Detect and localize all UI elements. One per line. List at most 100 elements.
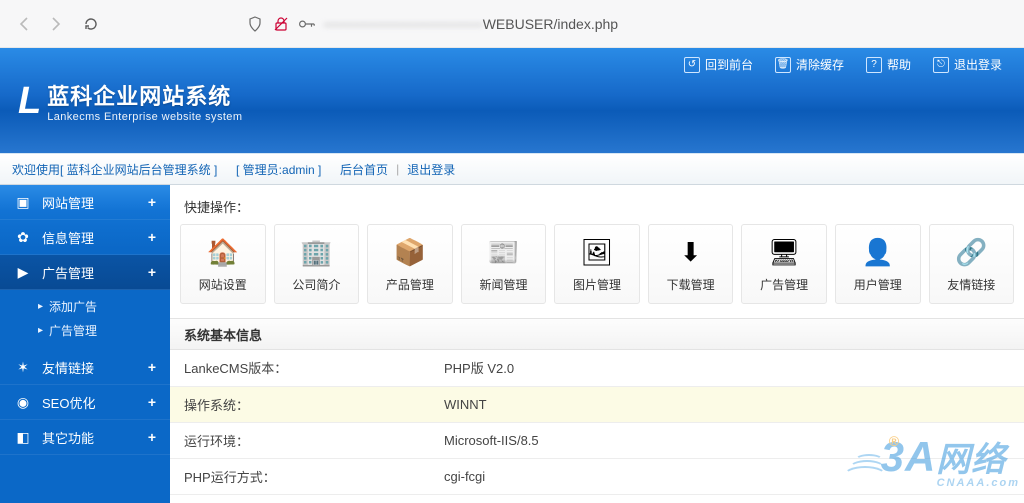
sidebar: ▣网站管理+✿信息管理+▶广告管理+添加广告广告管理✶友情链接+◉SEO优化+◧… [0, 185, 170, 503]
welcome-text: 欢迎使用[ 蓝科企业网站后台管理系统 ] [12, 161, 217, 178]
quick-card-ad-mgmt-q[interactable]: 🖥 广告管理 [741, 224, 827, 304]
quick-card-news-mgmt[interactable]: 📰 新闻管理 [461, 224, 547, 304]
logo-title-cn: 蓝科企业网站系统 [47, 79, 242, 111]
quick-icon: 🏠 [206, 236, 240, 270]
quick-label: 新闻管理 [479, 276, 527, 293]
quick-card-user-mgmt[interactable]: 👤 用户管理 [835, 224, 921, 304]
sysinfo-value: WINNT [430, 386, 1024, 422]
top-act-label: 帮助 [887, 56, 911, 73]
quick-ops-grid: 🏠网站设置 🏢 公司简介 📦 产品管理 📰 新闻管理 🖼 图片管理 ⬇ 下载管理 🖥 广告管理 👤 用户管理… [170, 224, 1024, 318]
sidebar-icon: ✿ [14, 228, 32, 246]
sidebar-icon: ▶ [14, 263, 32, 281]
top-act-label: 退出登录 [954, 56, 1002, 73]
sysinfo-key: 操作系统： [170, 386, 430, 422]
separator: | [396, 162, 399, 176]
sidebar-item-seo[interactable]: ◉ SEO优化 + [0, 385, 170, 420]
sysinfo-key: PHP运行方式： [170, 458, 430, 494]
logout-button[interactable]: ⎋ 退出登录 [933, 56, 1002, 73]
expand-icon: + [148, 394, 156, 410]
sidebar-item-info-mgmt[interactable]: ✿ 信息管理 + [0, 220, 170, 255]
sysinfo-key: LankeCMS版本： [170, 350, 430, 386]
lock-icon[interactable] [272, 15, 290, 33]
quick-icon: 👤 [861, 236, 895, 270]
quick-card-image-mgmt[interactable]: 🖼 图片管理 [554, 224, 640, 304]
sidebar-subitem-add-ad[interactable]: 添加广告 [0, 294, 170, 318]
sysinfo-row: LankeCMS版本：PHP版 V2.0 [170, 350, 1024, 386]
main-content: 快捷操作： 🏠网站设置 🏢 公司简介 📦 产品管理 📰 新闻管理 🖼 图片管理 ⬇ 下载管理 🖥 广告管… [170, 185, 1024, 503]
top-act-label: 清除缓存 [796, 56, 844, 73]
logo: L 蓝科企业网站系统 Lankecms Enterprise website s… [18, 79, 242, 123]
sidebar-item-label: 友情链接 [42, 358, 94, 377]
help-button[interactable]: ? 帮助 [866, 56, 911, 73]
expand-icon: + [148, 194, 156, 210]
goto-front-button[interactable]: ↺ 回到前台 [684, 56, 753, 73]
sysinfo-row: 运行环境：Microsoft-IIS/8.5 [170, 422, 1024, 458]
logout-link[interactable]: 退出登录 [407, 161, 455, 178]
quick-card-product-mgmt[interactable]: 📦 产品管理 [367, 224, 453, 304]
top-act-label: 回到前台 [705, 56, 753, 73]
sidebar-icon: ▣ [14, 193, 32, 211]
expand-icon: + [148, 264, 156, 280]
quick-label: 产品管理 [386, 276, 434, 293]
quick-icon: 📰 [486, 236, 520, 270]
exit-icon: ⎋ [933, 57, 949, 73]
admin-home-link[interactable]: 后台首页 [340, 161, 388, 178]
sysinfo-title: 系统基本信息 [170, 318, 1024, 350]
quick-icon: 🔗 [954, 236, 988, 270]
sysinfo-row: 操作系统：WINNT [170, 386, 1024, 422]
quick-ops-title: 快捷操作： [170, 185, 1024, 224]
sidebar-item-label: 其它功能 [42, 428, 94, 447]
trash-icon: 🗑 [775, 57, 791, 73]
quick-icon: 🏢 [299, 236, 333, 270]
expand-icon: + [148, 429, 156, 445]
key-icon [298, 15, 316, 33]
quick-label: 广告管理 [760, 276, 808, 293]
breadcrumb: 欢迎使用[ 蓝科企业网站后台管理系统 ] [ 管理员:admin ] 后台首页 … [0, 153, 1024, 185]
sidebar-item-other[interactable]: ◧其它功能+ [0, 420, 170, 455]
app-header: L 蓝科企业网站系统 Lankecms Enterprise website s… [0, 48, 1024, 153]
sysinfo-value: PHP版 V2.0 [430, 350, 1024, 386]
shield-icon[interactable] [246, 15, 264, 33]
clear-cache-button[interactable]: 🗑 清除缓存 [775, 56, 844, 73]
quick-card-company-profile[interactable]: 🏢 公司简介 [274, 224, 360, 304]
sidebar-subitem-manage-ad[interactable]: 广告管理 [0, 318, 170, 342]
sidebar-item-label: 网站管理 [42, 193, 94, 212]
logo-title-en: Lankecms Enterprise website system [47, 111, 242, 123]
url-display[interactable]: ────────────────WEBUSER/index.php [324, 16, 618, 32]
sidebar-item-site-mgmt[interactable]: ▣ 网站管理 + [0, 185, 170, 220]
quick-card-site-settings[interactable]: 🏠网站设置 [180, 224, 266, 304]
sysinfo-key: 运行环境： [170, 422, 430, 458]
logo-mark-icon: L [18, 82, 41, 120]
quick-icon: ⬇ [674, 236, 708, 270]
quick-card-download-mgmt[interactable]: ⬇ 下载管理 [648, 224, 734, 304]
sysinfo-table: LankeCMS版本：PHP版 V2.0操作系统：WINNT运行环境：Micro… [170, 350, 1024, 495]
quick-label: 下载管理 [667, 276, 715, 293]
expand-icon: + [148, 359, 156, 375]
sidebar-item-ad-mgmt[interactable]: ▶ 广告管理 + [0, 255, 170, 290]
sidebar-item-label: 信息管理 [42, 228, 94, 247]
sidebar-icon: ◉ [14, 393, 32, 411]
quick-icon: 🖥 [767, 236, 801, 270]
sidebar-icon: ✶ [14, 358, 32, 376]
sysinfo-value: Microsoft-IIS/8.5 [430, 422, 1024, 458]
top-actions: ↺ 回到前台 🗑 清除缓存 ? 帮助 ⎋ 退出登录 [684, 56, 1002, 73]
expand-icon: + [148, 229, 156, 245]
quick-label: 图片管理 [573, 276, 621, 293]
sysinfo-row: PHP运行方式：cgi-fcgi [170, 458, 1024, 494]
quick-icon: 🖼 [580, 236, 614, 270]
forward-button[interactable] [40, 9, 70, 39]
reload-icon: ↺ [684, 57, 700, 73]
back-button[interactable] [10, 9, 40, 39]
quick-card-friend-links-q[interactable]: 🔗 友情链接 [929, 224, 1015, 304]
quick-label: 公司简介 [292, 276, 340, 293]
help-icon: ? [866, 57, 882, 73]
quick-label: 友情链接 [947, 276, 995, 293]
admin-text: [ 管理员:admin ] [236, 161, 321, 178]
sidebar-item-label: SEO优化 [42, 393, 95, 412]
quick-icon: 📦 [393, 236, 427, 270]
sidebar-item-friend-links[interactable]: ✶ 友情链接 + [0, 350, 170, 385]
sysinfo-value: cgi-fcgi [430, 458, 1024, 494]
sidebar-item-label: 广告管理 [42, 263, 94, 282]
reload-button[interactable] [76, 9, 106, 39]
quick-label: 用户管理 [854, 276, 902, 293]
